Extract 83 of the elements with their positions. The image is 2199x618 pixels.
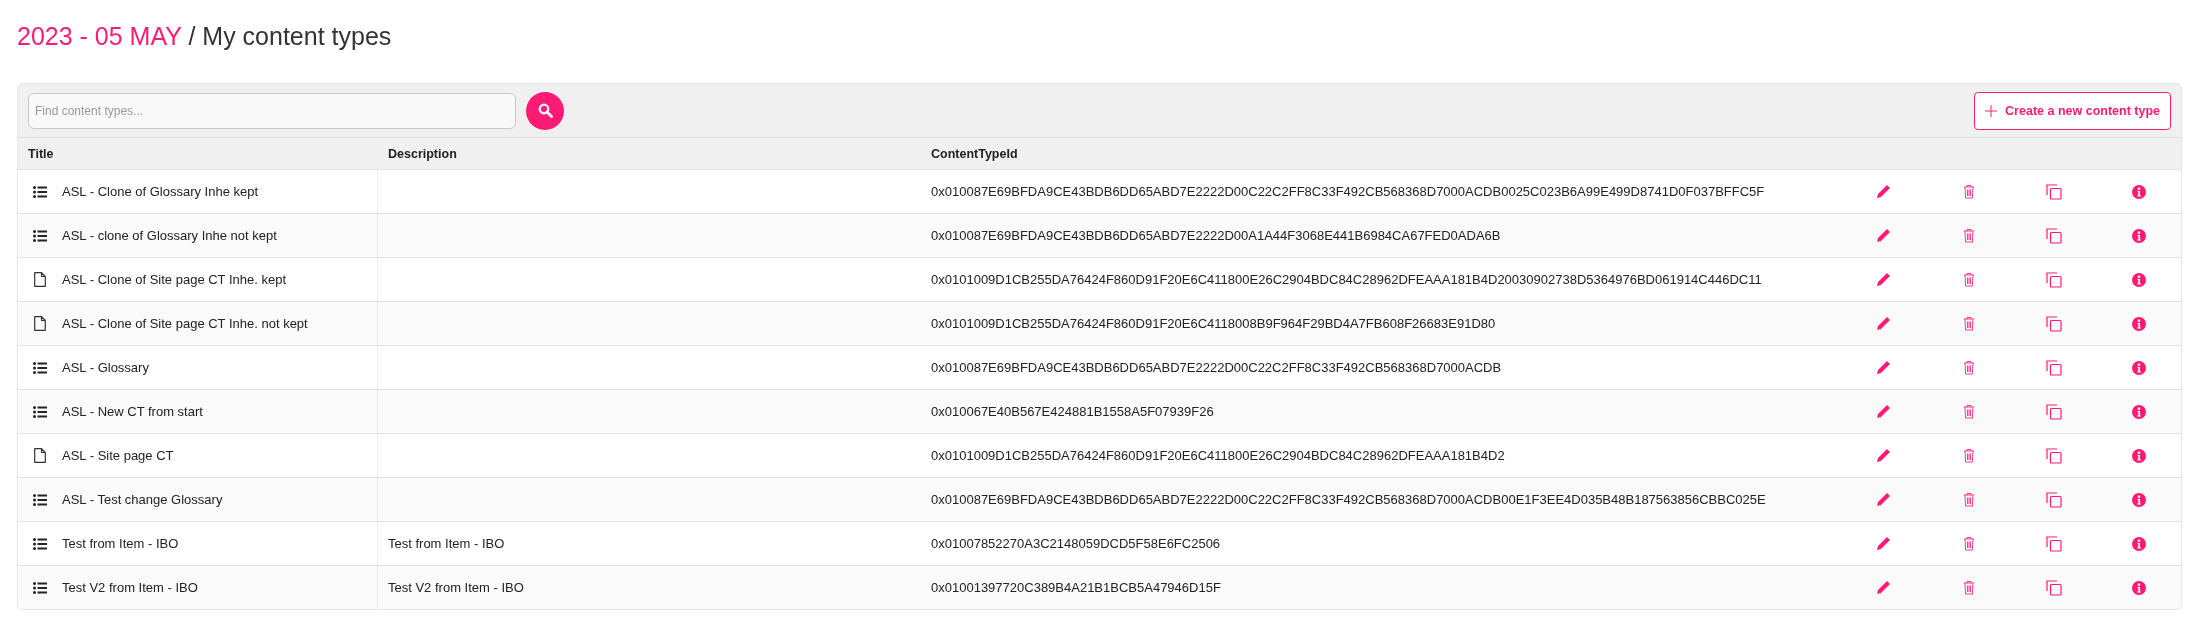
content-type-id-cell: 0x010087E69BFDA9CE43BDB6DD65ABD7E2222D00C22C2FF8C33F492CB568368D7000ACDB xyxy=(931,360,1502,375)
trash-icon[interactable] xyxy=(1962,360,1975,375)
info-icon[interactable] xyxy=(2131,448,2146,463)
content-type-id-cell: 0x010087E69BFDA9CE43BDB6DD65ABD7E2222D00C22C2FF8C33F492CB568368D7000ACDB0025C023B6A99E499D8741D0F037BFFC5F xyxy=(931,184,1765,199)
column-header: Description xyxy=(387,146,458,161)
copy-icon[interactable] xyxy=(2045,447,2062,464)
title-cell: ASL - Clone of Glossary Inhe kept xyxy=(62,184,259,199)
content-type-id-cell: 0x0101009D1CB255DA76424F860D91F20E6C411800E26C2904BDC84C28962DFEAAA181B4D2 xyxy=(931,448,1505,463)
title-cell: Test V2 from Item - IBO xyxy=(62,580,198,595)
search-field[interactable]: Find content types... xyxy=(28,92,516,129)
page-title: My content types xyxy=(202,22,392,50)
pencil-icon[interactable] xyxy=(1876,360,1891,375)
info-icon[interactable] xyxy=(2131,404,2146,419)
info-icon[interactable] xyxy=(2131,580,2146,595)
copy-icon[interactable] xyxy=(2045,535,2062,552)
title-cell: ASL - Test change Glossary xyxy=(62,492,223,507)
title-cell: ASL - Clone of Site page CT Inhe. not kept xyxy=(62,316,308,331)
breadcrumb-separator: / xyxy=(188,22,196,50)
list-icon xyxy=(33,185,47,198)
pencil-icon[interactable] xyxy=(1876,536,1891,551)
content-type-id-cell: 0x010087E69BFDA9CE43BDB6DD65ABD7E2222D00A1A44F3068E441B6984CA67FED0ADA6B xyxy=(931,228,1501,243)
list-icon xyxy=(33,581,47,594)
info-icon[interactable] xyxy=(2131,316,2146,331)
info-icon[interactable] xyxy=(2131,228,2146,243)
trash-icon[interactable] xyxy=(1962,228,1975,243)
pencil-icon[interactable] xyxy=(1876,580,1891,595)
copy-icon[interactable] xyxy=(2045,359,2062,376)
trash-icon[interactable] xyxy=(1962,536,1975,551)
content-type-id-cell: 0x01001397720C389B4A21B1BCB5A47946D15F xyxy=(931,580,1221,595)
content-type-id-cell: 0x0101009D1CB255DA76424F860D91F20E6C411800E26C2904BDC84C28962DFEAAA181B4D20030902738D5364976BD061914C446DC11 xyxy=(931,272,1762,287)
info-icon[interactable] xyxy=(2131,272,2146,287)
info-icon[interactable] xyxy=(2131,184,2146,199)
title-cell: ASL - Site page CT xyxy=(62,448,174,463)
column-header: Title xyxy=(27,146,55,161)
title-cell: ASL - New CT from start xyxy=(62,404,203,419)
copy-icon[interactable] xyxy=(2045,183,2062,200)
description-cell: Test V2 from Item - IBO xyxy=(388,580,524,595)
plus-icon xyxy=(1985,104,1998,117)
list-icon xyxy=(33,493,47,506)
info-icon[interactable] xyxy=(2131,360,2146,375)
pencil-icon[interactable] xyxy=(1876,272,1891,287)
search-button[interactable] xyxy=(526,91,564,130)
list-icon xyxy=(33,405,47,418)
content-type-id-cell: 0x010067E40B567E424881B1558A5F07939F26 xyxy=(931,404,1214,419)
title-cell: ASL - Clone of Site page CT Inhe. kept xyxy=(62,272,287,287)
copy-icon[interactable] xyxy=(2045,227,2062,244)
trash-icon[interactable] xyxy=(1962,184,1975,199)
copy-icon[interactable] xyxy=(2045,271,2062,288)
title-cell: ASL - clone of Glossary Inhe not kept xyxy=(62,228,277,243)
info-icon[interactable] xyxy=(2131,536,2146,551)
pencil-icon[interactable] xyxy=(1876,228,1891,243)
pencil-icon[interactable] xyxy=(1876,184,1891,199)
document-icon xyxy=(34,272,46,287)
copy-icon[interactable] xyxy=(2045,315,2062,332)
period-link[interactable]: 2023 - 05 MAY xyxy=(17,22,182,50)
list-icon xyxy=(33,537,47,550)
info-icon[interactable] xyxy=(2131,492,2146,507)
trash-icon[interactable] xyxy=(1962,492,1975,507)
trash-icon[interactable] xyxy=(1962,272,1975,287)
trash-icon[interactable] xyxy=(1962,448,1975,463)
description-cell: Test from Item - IBO xyxy=(388,536,505,551)
copy-icon[interactable] xyxy=(2045,491,2062,508)
pencil-icon[interactable] xyxy=(1876,316,1891,331)
create-content-type-button[interactable]: Create a new content type xyxy=(1974,91,2171,130)
content-type-id-cell: 0x01007852270A3C2148059DCD5F58E6FC2506 xyxy=(931,536,1221,551)
content-type-id-cell: 0x010087E69BFDA9CE43BDB6DD65ABD7E2222D00C22C2FF8C33F492CB568368D7000ACDB00E1F3EE4D035B48B187563856CBBC025E xyxy=(931,492,1766,507)
trash-icon[interactable] xyxy=(1962,316,1975,331)
copy-icon[interactable] xyxy=(2045,403,2062,420)
list-icon xyxy=(33,361,47,374)
pencil-icon[interactable] xyxy=(1876,492,1891,507)
content-type-id-cell: 0x0101009D1CB255DA76424F860D91F20E6C4118008B9F964F29BD4A7FB608F26683E91D80 xyxy=(931,316,1496,331)
trash-icon[interactable] xyxy=(1962,404,1975,419)
title-cell: ASL - Glossary xyxy=(62,360,149,375)
column-header: ContentTypeId xyxy=(930,146,1019,161)
trash-icon[interactable] xyxy=(1962,580,1975,595)
document-icon xyxy=(34,448,46,463)
pencil-icon[interactable] xyxy=(1876,404,1891,419)
pencil-icon[interactable] xyxy=(1876,448,1891,463)
document-icon xyxy=(34,316,46,331)
title-cell: Test from Item - IBO xyxy=(62,536,179,551)
search-icon xyxy=(537,103,553,118)
list-icon xyxy=(33,229,47,242)
copy-icon[interactable] xyxy=(2045,579,2062,596)
